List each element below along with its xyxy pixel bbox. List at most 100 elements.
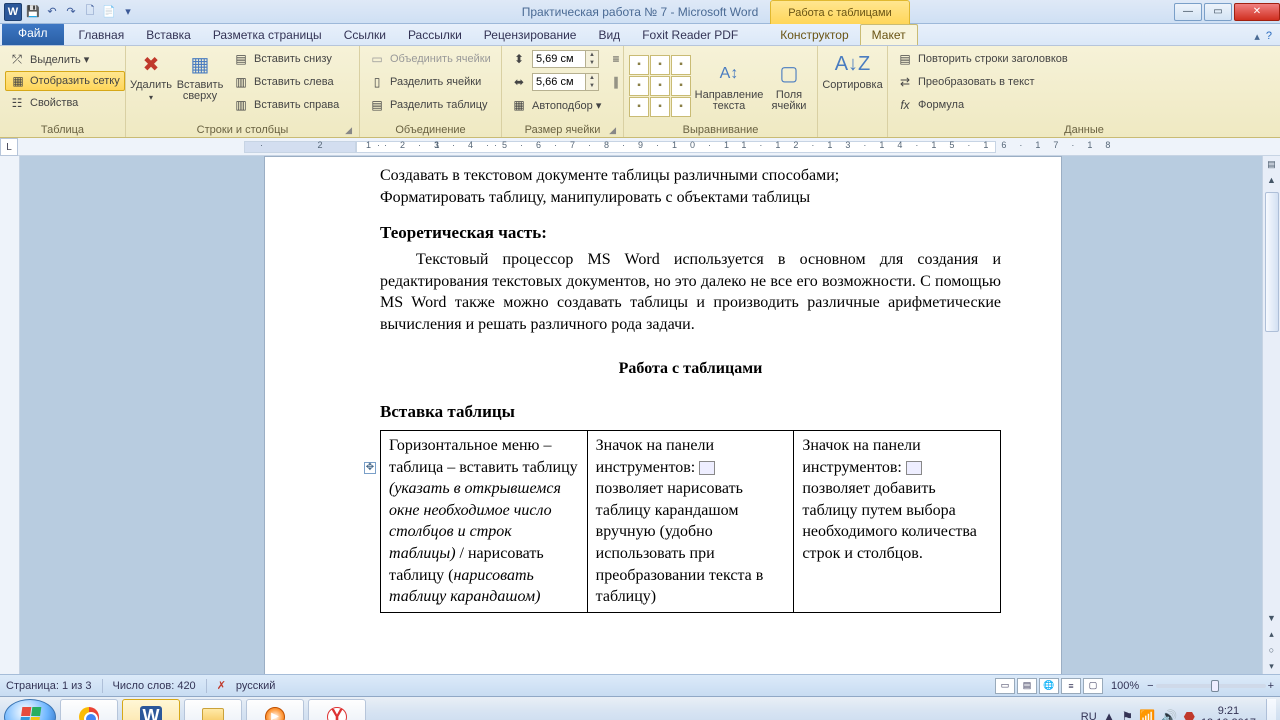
tray-app-icon[interactable]: ⬣: [1184, 709, 1195, 720]
zoom-in-icon[interactable]: +: [1268, 680, 1274, 692]
vertical-scrollbar[interactable]: ▤ ▲ ▼ ▴ ○ ▾: [1262, 156, 1280, 674]
qat-save-icon[interactable]: 💾: [25, 4, 41, 20]
table-move-handle[interactable]: ✥: [364, 462, 376, 474]
help-icon[interactable]: ?: [1266, 30, 1272, 43]
qat-redo-icon[interactable]: ↷: [63, 4, 79, 20]
flag-icon[interactable]: ⚑: [1122, 709, 1134, 720]
dialog-launcher-icon[interactable]: ◢: [345, 125, 352, 136]
scroll-down-icon[interactable]: ▼: [1264, 610, 1280, 626]
tab-selector[interactable]: L: [0, 138, 18, 156]
horizontal-ruler[interactable]: L · 2 · 1 · 1·2·3·4·5·6·7·8·9·10·11·12·1…: [0, 138, 1280, 156]
tray-lang[interactable]: RU: [1081, 711, 1097, 720]
select-button[interactable]: ⤱Выделить ▾: [5, 48, 125, 70]
col-right-icon: ▥: [233, 97, 249, 113]
minimize-ribbon-icon[interactable]: ▴: [1254, 30, 1260, 43]
dialog-launcher-icon[interactable]: ◢: [609, 125, 616, 136]
taskbar-explorer[interactable]: [184, 699, 242, 720]
read-mode-icon[interactable]: ▤: [1017, 678, 1037, 694]
table-cell[interactable]: Значок на панели инструментов: позволяет…: [794, 431, 1001, 613]
insert-right-button[interactable]: ▥Вставить справа: [229, 94, 343, 116]
scroll-up-icon[interactable]: ▲: [1264, 172, 1280, 188]
browse-object-icon[interactable]: ○: [1264, 642, 1280, 658]
tab-design[interactable]: Конструктор: [769, 25, 859, 45]
show-grid-button[interactable]: ▦Отобразить сетку: [5, 71, 125, 91]
text-direction-button[interactable]: A↕Направление текста: [699, 58, 759, 114]
group-data: ▤Повторить строки заголовков ⇄Преобразов…: [888, 46, 1280, 137]
taskbar-chrome[interactable]: [60, 699, 118, 720]
table-cell[interactable]: Значок на панели инструментов: позволяет…: [587, 431, 794, 613]
scroll-thumb[interactable]: [1265, 192, 1279, 332]
split-table-button[interactable]: ▤Разделить таблицу: [365, 94, 495, 116]
tab-review[interactable]: Рецензирование: [473, 25, 588, 45]
app-icon[interactable]: W: [4, 3, 22, 21]
convert-to-text-button[interactable]: ⇄Преобразовать в текст: [893, 71, 1072, 93]
prev-page-icon[interactable]: ▴: [1264, 626, 1280, 642]
autofit-button[interactable]: ▦Автоподбор ▾: [507, 94, 628, 116]
zoom-level[interactable]: 100%: [1111, 680, 1139, 692]
col-width-field[interactable]: ⬌▲▼∥: [507, 71, 628, 93]
delete-button[interactable]: ✖Удалить▾: [131, 48, 171, 104]
tab-home[interactable]: Главная: [68, 25, 136, 45]
language[interactable]: русский: [236, 680, 275, 692]
dist-rows-icon[interactable]: ≡: [608, 51, 624, 67]
close-button[interactable]: ✕: [1234, 3, 1280, 21]
ruler-toggle-icon[interactable]: ▤: [1264, 156, 1280, 172]
word-count[interactable]: Число слов: 420: [113, 680, 196, 692]
page[interactable]: Создавать в текстовом документе таблицы …: [264, 156, 1062, 674]
tab-view[interactable]: Вид: [587, 25, 631, 45]
height-input[interactable]: [532, 50, 586, 68]
sort-icon: A↓Z: [838, 50, 868, 78]
tab-mailings[interactable]: Рассылки: [397, 25, 473, 45]
proofing-icon[interactable]: ✗: [217, 679, 226, 692]
formula-button[interactable]: fxФормула: [893, 94, 1072, 116]
zoom-slider[interactable]: [1156, 684, 1266, 688]
zoom-out-icon[interactable]: −: [1147, 680, 1153, 692]
tab-references[interactable]: Ссылки: [333, 25, 397, 45]
window-title: Практическая работа № 7 - Microsoft Word: [522, 5, 759, 19]
insert-top-button[interactable]: ▦Вставить сверху: [175, 48, 225, 104]
tab-table-layout[interactable]: Макет: [860, 24, 918, 45]
dist-cols-icon[interactable]: ∥: [608, 74, 624, 90]
show-desktop-button[interactable]: [1266, 699, 1276, 720]
sort-button[interactable]: A↓ZСортировка: [824, 48, 882, 93]
cell-margins-button[interactable]: ▢Поля ячейки: [767, 58, 811, 114]
qat-more-icon[interactable]: ▾: [120, 4, 136, 20]
minimize-button[interactable]: —: [1174, 3, 1202, 21]
properties-button[interactable]: ☷Свойства: [5, 92, 125, 114]
row-height-field[interactable]: ⬍▲▼≡: [507, 48, 628, 70]
document-table[interactable]: Горизонтальное меню – таблица – вставить…: [380, 430, 1001, 613]
taskbar-word[interactable]: W: [122, 699, 180, 720]
tab-insert[interactable]: Вставка: [135, 25, 202, 45]
table-icon: ▦: [185, 50, 215, 78]
start-button[interactable]: [4, 699, 56, 720]
vertical-ruler[interactable]: [0, 156, 20, 674]
tab-file[interactable]: Файл: [2, 23, 64, 45]
align-grid[interactable]: ▪▪▪▪▪▪▪▪▪: [629, 55, 691, 117]
print-layout-icon[interactable]: ▭: [995, 678, 1015, 694]
draft-icon[interactable]: ▢: [1083, 678, 1103, 694]
volume-icon[interactable]: 🔊: [1161, 709, 1177, 720]
taskbar-yandex[interactable]: Y: [308, 699, 366, 720]
insert-left-button[interactable]: ▥Вставить слева: [229, 71, 343, 93]
width-input[interactable]: [532, 73, 586, 91]
insert-bottom-button[interactable]: ▤Вставить снизу: [229, 48, 343, 70]
next-page-icon[interactable]: ▾: [1264, 658, 1280, 674]
document-scroll[interactable]: Создавать в текстовом документе таблицы …: [20, 156, 1262, 674]
qat-undo-icon[interactable]: ↶: [44, 4, 60, 20]
table-cell[interactable]: Горизонтальное меню – таблица – вставить…: [381, 431, 588, 613]
qat-new-icon[interactable]: 🗋: [82, 4, 98, 20]
tray-up-icon[interactable]: ▲: [1103, 709, 1116, 720]
page-count[interactable]: Страница: 1 из 3: [6, 680, 92, 692]
tray-clock[interactable]: 9:2113.10.2017: [1201, 705, 1256, 720]
taskbar: W ▶ Y RU ▲ ⚑ 📶 🔊 ⬣ 9:2113.10.2017: [0, 696, 1280, 720]
outline-icon[interactable]: ≡: [1061, 678, 1081, 694]
tab-foxit[interactable]: Foxit Reader PDF: [631, 25, 749, 45]
qat-open-icon[interactable]: 📄: [101, 4, 117, 20]
repeat-headers-button[interactable]: ▤Повторить строки заголовков: [893, 48, 1072, 70]
maximize-button[interactable]: ▭: [1204, 3, 1232, 21]
network-icon[interactable]: 📶: [1139, 709, 1155, 720]
web-layout-icon[interactable]: 🌐: [1039, 678, 1059, 694]
split-cells-button[interactable]: ▯Разделить ячейки: [365, 71, 495, 93]
taskbar-wmp[interactable]: ▶: [246, 699, 304, 720]
tab-layout[interactable]: Разметка страницы: [202, 25, 333, 45]
